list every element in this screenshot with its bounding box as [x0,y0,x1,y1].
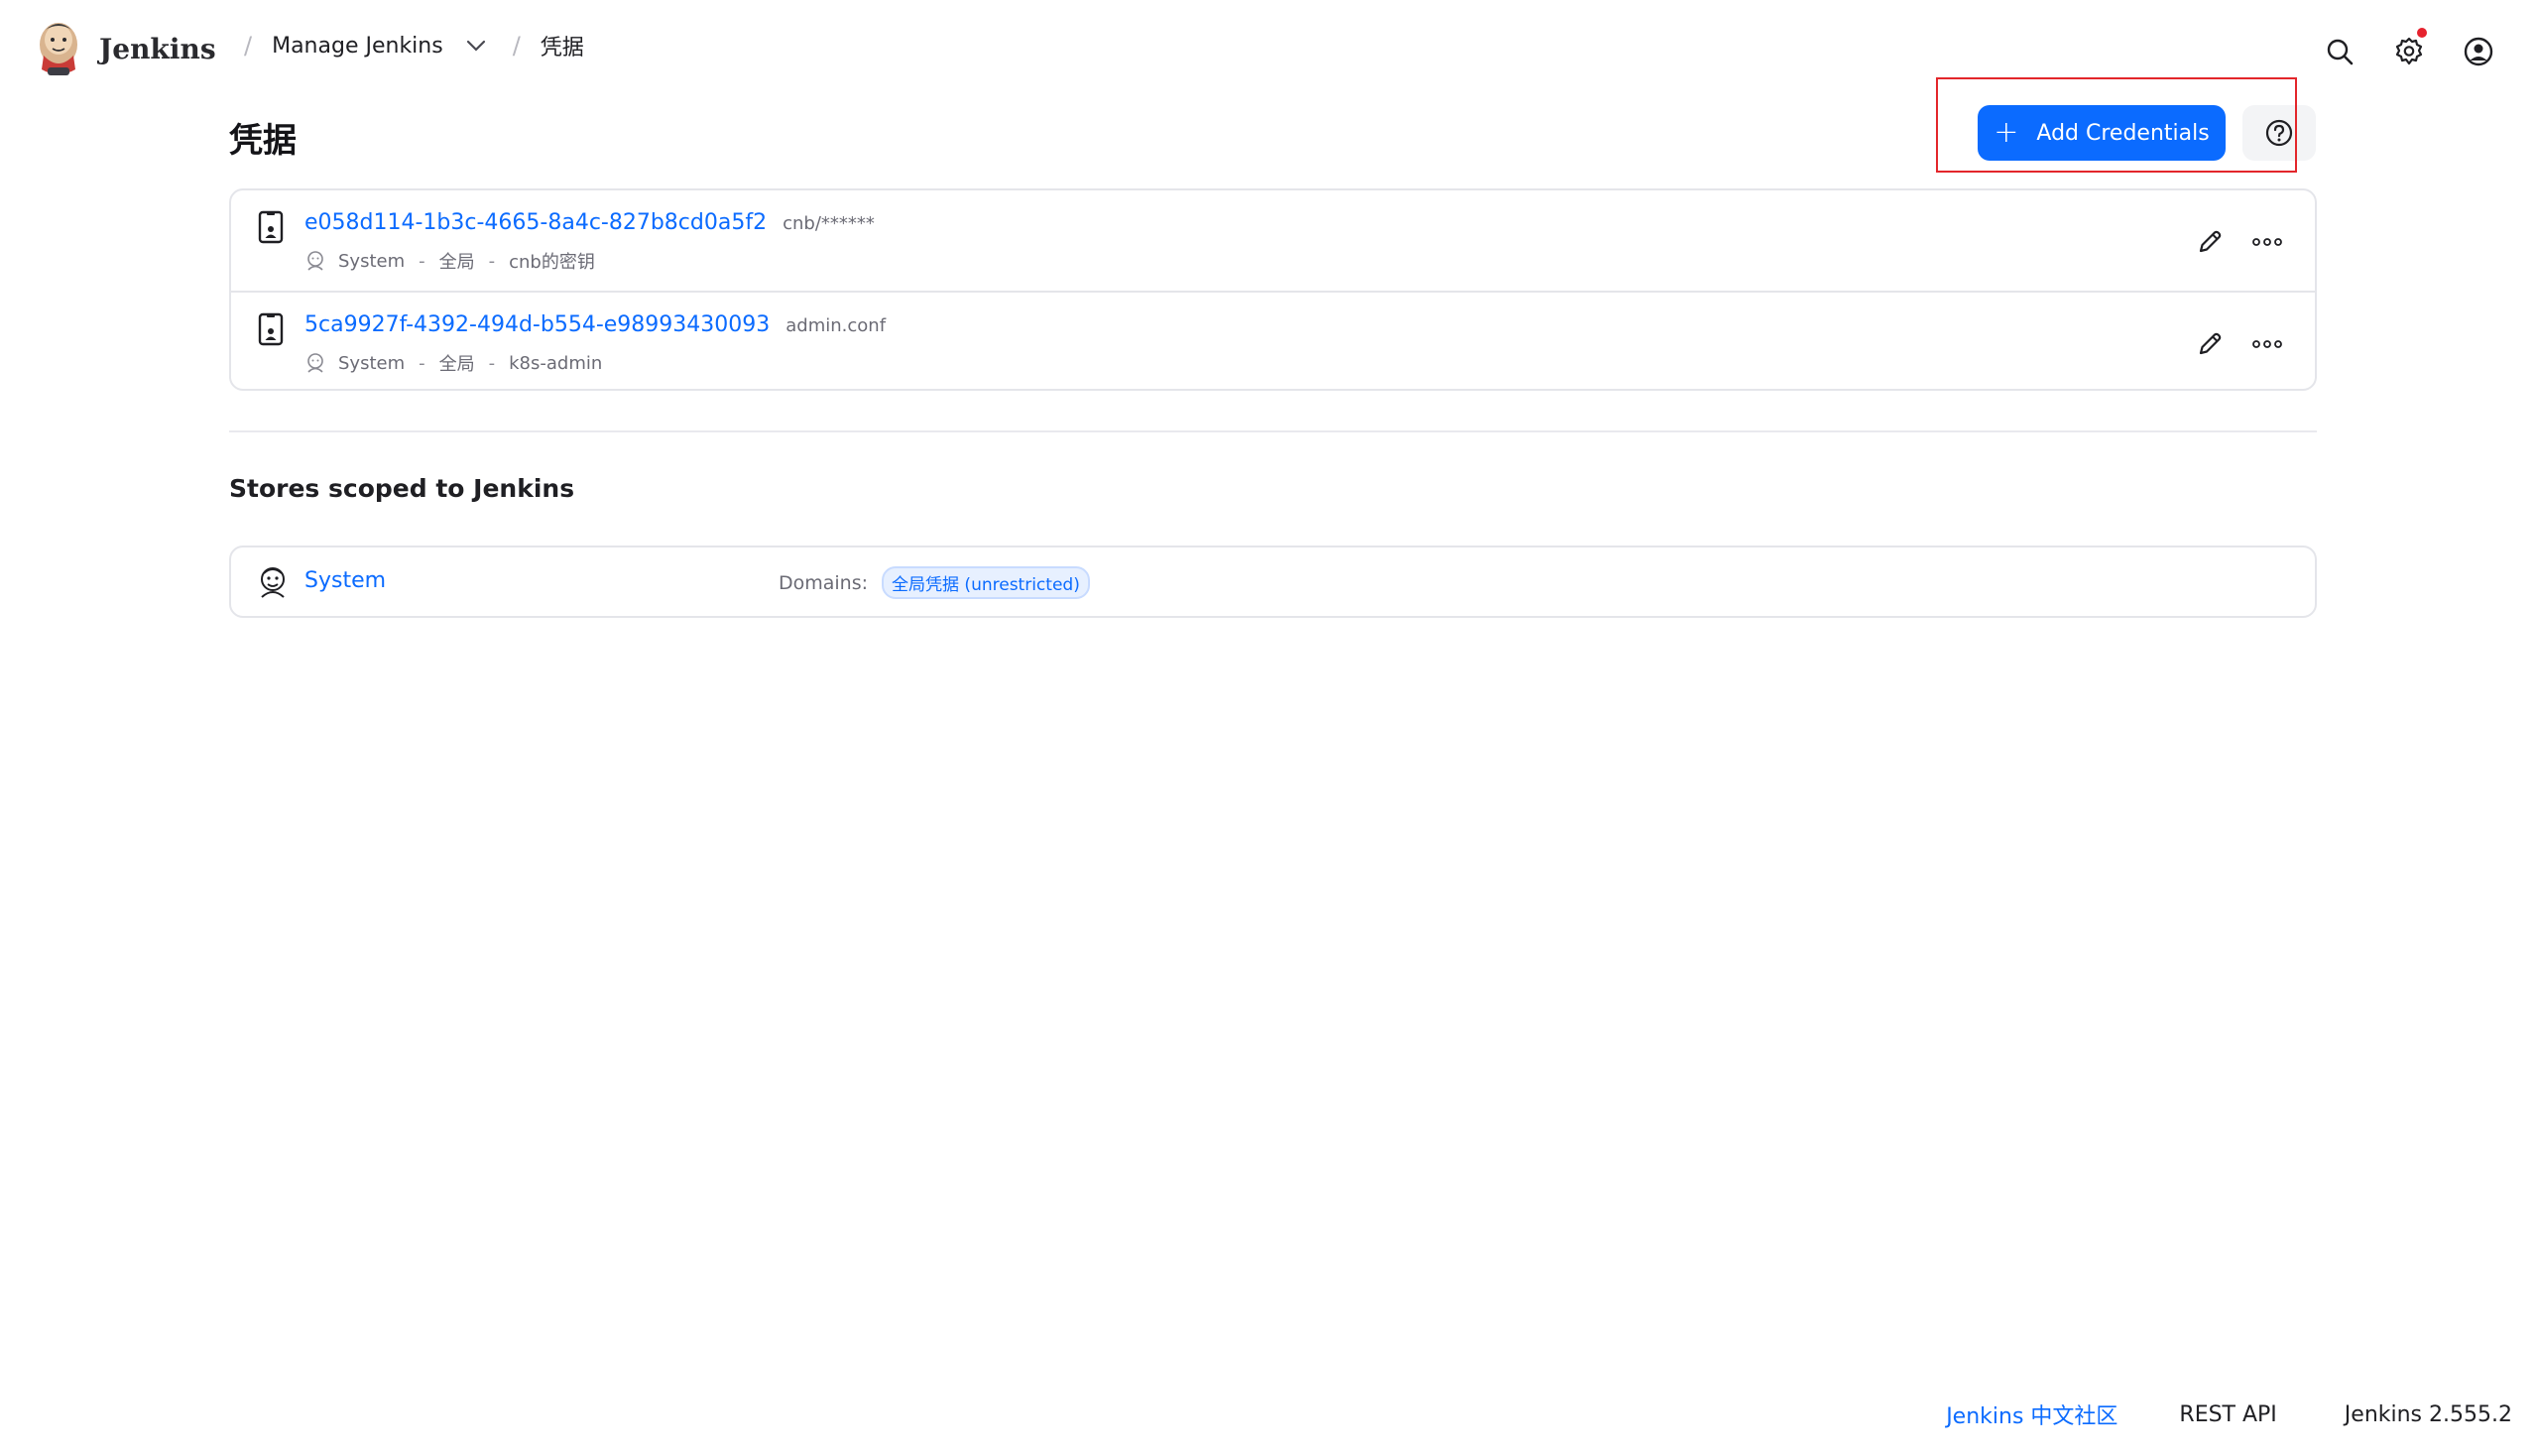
add-credentials-button[interactable]: + Add Credentials [1978,105,2226,161]
help-circle-icon [2265,119,2293,147]
footer-version[interactable]: Jenkins 2.555.2 [2345,1402,2512,1427]
header-actions [2294,28,2502,75]
edit-credential-button[interactable] [2192,224,2228,260]
meta-separator: - [488,250,496,272]
credential-description: admin.conf [786,315,887,336]
ellipsis-icon [2252,340,2282,348]
credential-domain: 全局 [438,252,475,273]
credential-id: e058d114-1b3c-4665-8a4c-827b8cd0a5f2 [304,210,768,235]
meta-separator: - [488,352,496,374]
meta-separator: - [419,250,425,272]
store-domains: Domains: 全局凭据 (unrestricted) [779,566,1090,599]
credential-store: System [338,352,406,374]
meta-separator: - [419,352,425,374]
user-circle-icon [2464,37,2493,66]
search-button[interactable] [2316,28,2363,75]
table-row: 5ca9927f-4392-494d-b554-e98993430093 admi… [231,291,2315,389]
app-name: Jenkins [99,32,216,65]
top-bar: Jenkins / Manage Jenkins / 凭据 [0,0,2538,99]
edit-credential-button[interactable] [2192,326,2228,362]
credential-meta: System - 全局 - k8s-admin [304,350,602,376]
id-card-icon [258,312,284,346]
breadcrumb-manage-jenkins[interactable]: Manage Jenkins [272,34,443,59]
more-actions-button[interactable] [2249,326,2285,362]
more-actions-button[interactable] [2249,224,2285,260]
credential-id-link[interactable]: e058d114-1b3c-4665-8a4c-827b8cd0a5f2 cnb/… [304,210,875,235]
row-actions [2170,326,2285,362]
credential-name: k8s-admin [509,352,603,374]
store-icon [307,353,323,373]
manage-settings-button[interactable] [2385,28,2433,75]
jenkins-home-link[interactable]: Jenkins [36,20,216,77]
credential-domain: 全局 [438,354,475,375]
footer-rest-api-link[interactable]: REST API [2179,1402,2276,1427]
ellipsis-icon [2252,238,2282,246]
pencil-icon [2199,230,2222,253]
breadcrumb: / Manage Jenkins / 凭据 [224,30,584,61]
domain-badge-global[interactable]: 全局凭据 (unrestricted) [882,566,1090,599]
credential-store: System [338,250,406,272]
credential-name: cnb的密钥 [509,252,595,273]
breadcrumb-credentials[interactable]: 凭据 [541,30,584,61]
id-card-icon [258,210,284,244]
breadcrumb-separator: / [244,32,253,60]
breadcrumb-separator: / [512,32,521,60]
gear-icon [2395,37,2423,65]
chevron-down-icon[interactable] [459,31,493,61]
credential-meta: System - 全局 - cnb的密钥 [304,248,595,274]
account-button[interactable] [2455,28,2502,75]
plus-icon: + [1994,115,2019,150]
jenkins-store-icon [261,567,285,598]
row-actions [2170,224,2285,260]
footer-community-link[interactable]: Jenkins 中文社区 [1946,1398,2117,1430]
notification-dot [2417,28,2427,38]
table-row: e058d114-1b3c-4665-8a4c-827b8cd0a5f2 cnb/… [231,190,2315,290]
credential-id: 5ca9927f-4392-494d-b554-e98993430093 [304,312,771,337]
pencil-icon [2199,332,2222,355]
jenkins-logo-icon [40,23,77,75]
store-icon [307,251,323,271]
page-title: 凭据 [229,121,297,161]
footer: Jenkins 中文社区 REST API Jenkins 2.555.2 [1946,1398,2512,1430]
store-system-link[interactable]: System [304,568,386,593]
credentials-table: e058d114-1b3c-4665-8a4c-827b8cd0a5f2 cnb/… [229,188,2317,391]
search-icon [2327,39,2354,65]
credential-id-link[interactable]: 5ca9927f-4392-494d-b554-e98993430093 admi… [304,312,886,337]
domains-label: Domains: [779,571,869,594]
section-divider [229,430,2317,432]
add-credentials-label: Add Credentials [2036,120,2210,146]
stores-table: System Domains: 全局凭据 (unrestricted) [229,546,2317,618]
credential-description: cnb/****** [783,213,875,234]
help-button[interactable] [2242,105,2316,161]
stores-section-title: Stores scoped to Jenkins [229,474,575,503]
